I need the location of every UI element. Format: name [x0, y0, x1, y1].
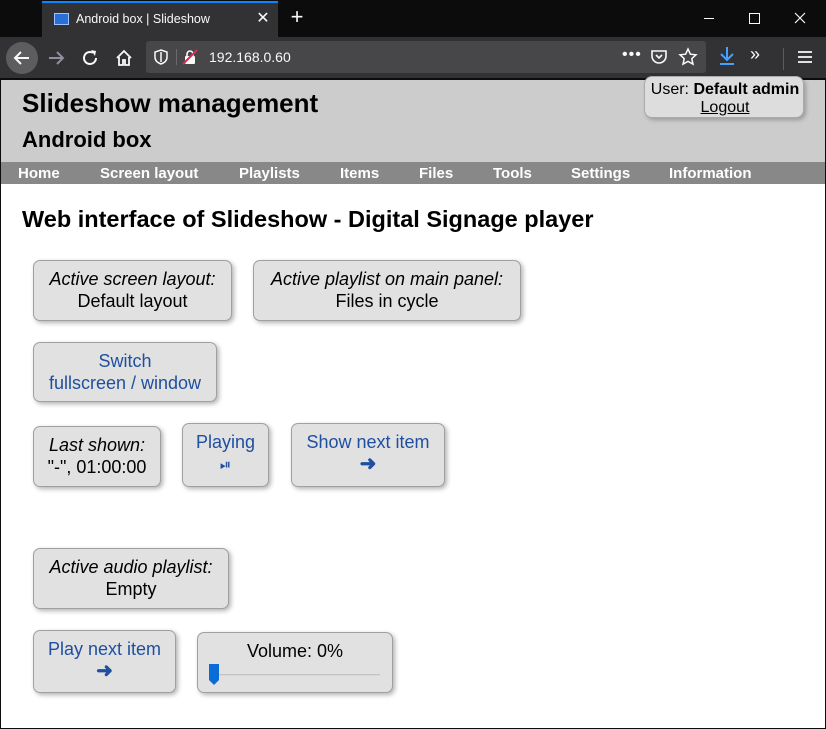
last-shown-card: Last shown: "-", 01:00:00: [33, 426, 161, 487]
switch-label-line1: Switch: [98, 351, 152, 371]
menu-item-information[interactable]: Information: [669, 165, 752, 182]
page-actions-icon[interactable]: •••: [622, 46, 642, 64]
menu-item-settings[interactable]: Settings: [571, 165, 630, 182]
browser-tab[interactable]: Android box | Slideshow ✕: [42, 1, 278, 37]
forward-arrow-icon: [49, 51, 65, 65]
menu-item-home[interactable]: Home: [18, 165, 60, 182]
menu-item-items[interactable]: Items: [340, 165, 379, 182]
window-close-button[interactable]: [777, 0, 823, 36]
tab-title: Android box | Slideshow: [76, 12, 210, 26]
play-next-label: Play next item: [47, 639, 162, 659]
reload-button[interactable]: [74, 42, 106, 74]
back-arrow-icon: [13, 51, 29, 65]
playing-toggle-button[interactable]: Playing ⏯: [182, 423, 269, 487]
user-name: Default admin: [693, 81, 800, 98]
overflow-chevron-icon[interactable]: »: [750, 44, 760, 65]
volume-card: Volume: 0%: [197, 632, 393, 693]
web-page: Slideshow management Android box User: D…: [1, 76, 825, 728]
user-label: User:: [650, 81, 694, 98]
volume-slider-thumb[interactable]: [209, 664, 219, 686]
right-arrow-icon: ➜: [359, 453, 377, 475]
toolbar-separator: [783, 48, 784, 70]
right-arrow-icon: ➜: [96, 660, 113, 682]
menu-item-playlists[interactable]: Playlists: [239, 165, 300, 182]
audio-playlist-card: Active audio playlist: Empty: [33, 548, 229, 609]
logout-link[interactable]: Logout: [645, 99, 805, 117]
menu-item-screen-layout[interactable]: Screen layout: [100, 165, 198, 182]
show-next-item-button[interactable]: Show next item ➜: [291, 423, 445, 487]
volume-label: Volume: 0%: [246, 641, 344, 661]
user-box: User: Default admin Logout: [644, 76, 804, 118]
browser-toolbar: 192.168.0.60 •••: [0, 37, 826, 79]
reload-icon: [83, 50, 97, 65]
menu-item-tools[interactable]: Tools: [493, 165, 532, 182]
audio-playlist-value: Empty: [105, 579, 157, 599]
active-layout-card: Active screen layout: Default layout: [33, 260, 232, 321]
switch-label-line2: fullscreen / window: [48, 373, 202, 393]
hamburger-menu-icon[interactable]: [797, 50, 813, 64]
window-minimize-button[interactable]: [686, 0, 732, 36]
playing-label: Playing: [195, 432, 256, 452]
last-shown-value: "-", 01:00:00: [47, 457, 147, 477]
page-header: Slideshow management Android box User: D…: [1, 76, 825, 162]
new-tab-button[interactable]: +: [284, 4, 310, 30]
home-icon: [116, 49, 132, 66]
tab-favicon-icon: [54, 13, 69, 25]
active-playlist-value: Files in cycle: [335, 291, 439, 311]
switch-fullscreen-button[interactable]: Switch fullscreen / window: [33, 342, 217, 402]
volume-slider-track[interactable]: [210, 674, 380, 676]
page-title: Web interface of Slideshow - Digital Sig…: [22, 206, 594, 232]
forward-button[interactable]: [40, 42, 72, 74]
user-line: User: Default admin: [645, 81, 805, 99]
home-button[interactable]: [108, 42, 140, 74]
active-layout-label: Active screen layout:: [49, 269, 216, 289]
download-icon[interactable]: [716, 45, 738, 67]
site-title: Slideshow management: [22, 88, 319, 118]
active-layout-value: Default layout: [77, 291, 188, 311]
show-next-label: Show next item: [306, 432, 430, 452]
tab-close-icon[interactable]: ✕: [254, 10, 272, 28]
url-text[interactable]: 192.168.0.60: [209, 49, 291, 65]
device-name: Android box: [22, 127, 152, 152]
menu-item-files[interactable]: Files: [419, 165, 453, 182]
star-icon[interactable]: [678, 47, 698, 67]
main-menu: Home Screen layout Playlists Items Files…: [1, 162, 825, 184]
insecure-lock-icon[interactable]: [182, 49, 198, 65]
address-bar[interactable]: 192.168.0.60 •••: [146, 41, 706, 73]
browser-tab-strip: Android box | Slideshow ✕ +: [0, 0, 826, 37]
pocket-icon[interactable]: [650, 48, 668, 66]
audio-playlist-label: Active audio playlist:: [49, 557, 213, 577]
last-shown-label: Last shown:: [48, 435, 146, 455]
active-playlist-label: Active playlist on main panel:: [270, 269, 504, 289]
active-playlist-card: Active playlist on main panel: Files in …: [253, 260, 521, 321]
shield-icon[interactable]: [154, 49, 168, 65]
back-button[interactable]: [6, 42, 38, 74]
close-icon: [794, 12, 806, 24]
play-pause-icon: ⏯: [219, 456, 232, 472]
play-next-item-button[interactable]: Play next item ➜: [33, 630, 176, 693]
window-maximize-button[interactable]: [731, 0, 777, 36]
url-separator: [176, 49, 177, 65]
